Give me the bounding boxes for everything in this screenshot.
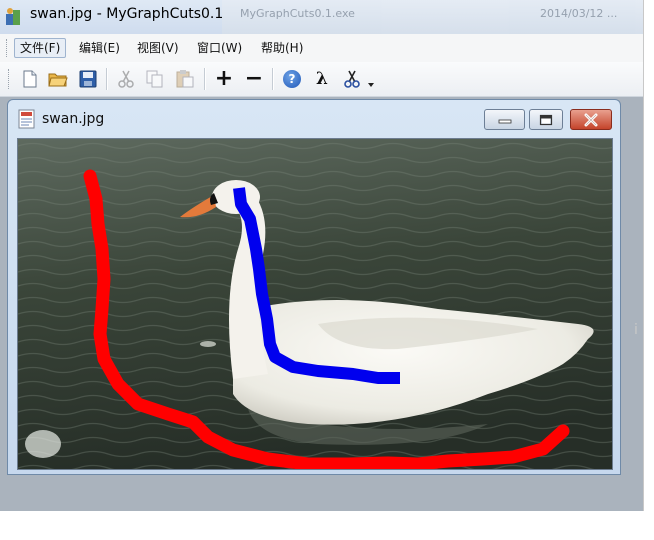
menu-window[interactable]: 窗口(W) (192, 38, 247, 58)
help-button[interactable]: ? (280, 68, 304, 90)
help-glyph: ? (288, 72, 296, 86)
background-window-title: MyGraphCuts0.1.exe (240, 7, 355, 20)
application-window: swan.jpg - MyGraphCuts0.1 MyGraphCuts0.1… (0, 0, 644, 511)
document-icon (17, 109, 37, 133)
water-glint (200, 341, 216, 347)
zoom-in-icon: + (214, 66, 234, 91)
new-file-button[interactable] (18, 68, 42, 90)
dropdown-arrow-icon (368, 83, 374, 87)
paste-icon (176, 70, 194, 88)
open-button[interactable] (46, 68, 70, 90)
zoom-out-icon: − (244, 66, 264, 91)
title-bar: swan.jpg - MyGraphCuts0.1 MyGraphCuts0.1… (0, 0, 643, 34)
toolbar: + − ? λ (0, 62, 643, 97)
cut-icon (118, 70, 134, 88)
menu-edit[interactable]: 编辑(E) (74, 38, 125, 58)
open-folder-icon (48, 73, 68, 87)
lambda-button[interactable]: λ (310, 68, 334, 90)
menu-bar: 文件(F) 编辑(E) 视图(V) 窗口(W) 帮助(H) (0, 34, 643, 63)
background-window-timestamp: 2014/03/12 ... (540, 7, 618, 20)
zoom-out-button[interactable]: − (242, 68, 266, 90)
menu-help[interactable]: 帮助(H) (256, 38, 308, 58)
menubar-grip (6, 39, 10, 57)
minimize-icon (498, 119, 511, 123)
minimize-button[interactable] (484, 109, 525, 130)
toolbar-separator (272, 68, 274, 90)
swan-image[interactable] (18, 139, 612, 469)
scissors-button[interactable] (340, 68, 364, 90)
scissors-icon (344, 70, 360, 88)
copy-button[interactable] (143, 68, 167, 90)
desktop-strip (0, 511, 654, 540)
background-window-ghost: MyGraphCuts0.1.exe 2014/03/12 ... (222, 0, 643, 34)
copy-icon (146, 70, 163, 88)
menu-file[interactable]: 文件(F) (14, 38, 67, 58)
new-file-icon (23, 70, 37, 88)
paste-button[interactable] (173, 68, 197, 90)
close-button[interactable] (570, 109, 612, 130)
menu-view[interactable]: 视图(V) (132, 38, 184, 58)
document-window[interactable]: swan.jpg (7, 99, 621, 475)
partial-window-edge: i (634, 322, 638, 338)
image-canvas[interactable] (17, 138, 613, 470)
toolbar-separator (106, 68, 108, 90)
cut-button[interactable] (114, 68, 138, 90)
lambda-icon: λ (316, 68, 328, 89)
help-icon: ? (283, 70, 301, 88)
app-icon (4, 7, 24, 31)
toolbar-separator (204, 68, 206, 90)
maximize-icon (539, 114, 553, 125)
toolbar-grip (8, 69, 12, 89)
window-title: swan.jpg - MyGraphCuts0.1 (30, 6, 224, 22)
toolbar-overflow-button[interactable] (364, 68, 378, 90)
document-title: swan.jpg (42, 111, 105, 127)
mdi-workspace: swan.jpg (0, 97, 643, 511)
water-glint (25, 430, 61, 458)
save-icon (79, 70, 97, 88)
zoom-in-button[interactable]: + (212, 68, 236, 90)
close-icon (584, 113, 598, 126)
maximize-button[interactable] (529, 109, 563, 130)
save-button[interactable] (76, 68, 100, 90)
